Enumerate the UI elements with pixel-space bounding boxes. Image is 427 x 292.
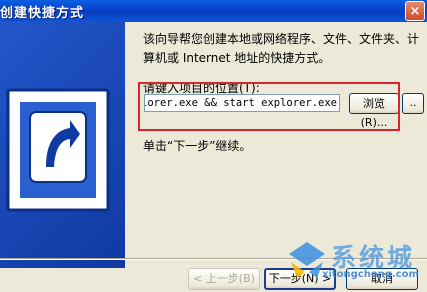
watermark-logo-icon xyxy=(289,242,325,278)
hint-text: 单击“下一步”继续。 xyxy=(143,139,252,153)
highlight-box xyxy=(138,82,400,131)
intro-text: 该向导帮您创建本地或网络程序、文件、文件夹、计算机或 Internet 地址的快… xyxy=(143,32,420,65)
close-button[interactable]: × xyxy=(405,1,425,21)
wizard-banner xyxy=(0,22,125,268)
more-button[interactable]: .. xyxy=(402,93,424,114)
shortcut-icon xyxy=(6,88,110,212)
back-button[interactable]: < 上一步(B) xyxy=(188,268,260,290)
watermark-url: xitongcheng.com xyxy=(322,269,419,280)
window-title: 创建快捷方式 xyxy=(0,6,85,21)
title-bar[interactable]: 创建快捷方式 × xyxy=(0,0,427,22)
